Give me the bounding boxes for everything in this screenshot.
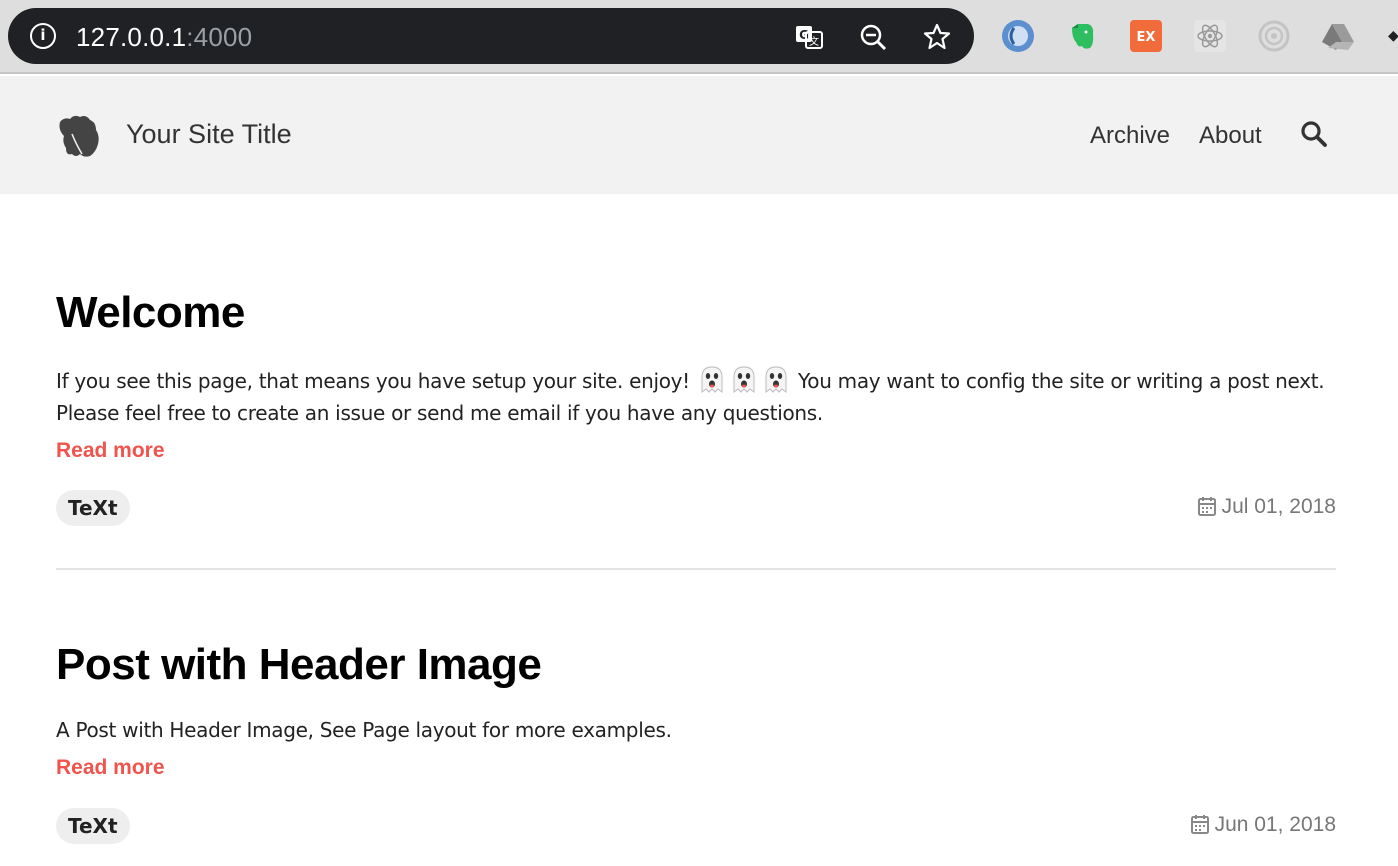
date-text: Jul 01, 2018 [1221,495,1336,518]
nav-archive[interactable]: Archive [1090,122,1170,150]
date-text: Jun 01, 2018 [1214,813,1336,836]
jsonview-icon[interactable] [1000,18,1036,54]
svg-text:EX: EX [1137,30,1156,45]
excerpt-text: If you see this page, that means you hav… [56,369,690,393]
target-icon[interactable] [1256,18,1292,54]
site-header: Your Site Title Archive About [0,76,1398,194]
tag-badge[interactable]: TeXt [56,490,130,526]
info-icon[interactable]: i [30,23,56,49]
react-devtools-icon[interactable] [1192,18,1228,54]
post-item: Post with Header Image A Post with Heade… [56,640,1336,860]
excerpt-text: Please feel free to create an issue or s… [56,401,823,425]
overflow-indicator: ◆ [1388,28,1398,44]
ghost-emoji-icon [765,366,787,393]
evernote-icon[interactable] [1064,18,1100,54]
ghost-emoji-icon [701,366,723,393]
svg-text:G: G [799,28,809,42]
search-icon[interactable] [1300,120,1328,148]
post-excerpt: A Post with Header Image, See Page layou… [56,718,672,742]
post-date: Jun 01, 2018 [1190,813,1336,837]
browser-toolbar: i 127.0.0.1:4000 G 文 EX ◆ [0,0,1398,74]
calendar-icon [1190,815,1209,834]
ghost-emoji-icon [733,366,755,393]
nav-about[interactable]: About [1199,122,1262,150]
svg-text:文: 文 [809,35,819,48]
star-icon[interactable] [922,22,952,52]
google-drive-icon[interactable] [1320,18,1356,54]
translate-icon[interactable]: G 文 [794,22,824,52]
post-excerpt: If you see this page, that means you hav… [56,364,1336,429]
post-title[interactable]: Welcome [56,288,1336,338]
excerpt-text: You may want to config the site or writi… [798,369,1325,393]
logo-icon[interactable] [56,114,102,158]
ex-extension-icon[interactable]: EX [1128,18,1164,54]
zoom-out-icon[interactable] [858,22,888,52]
url-port: :4000 [186,22,253,52]
url-host: 127.0.0.1 [76,22,187,52]
tag-badge[interactable]: TeXt [56,808,130,844]
post-date: Jul 01, 2018 [1197,495,1336,519]
post-item: Welcome If you see this page, that means… [56,288,1336,538]
address-bar[interactable]: i 127.0.0.1:4000 G 文 [8,8,974,64]
post-divider [56,568,1336,570]
read-more-link[interactable]: Read more [56,756,165,780]
site-title[interactable]: Your Site Title [126,119,292,150]
url-text[interactable]: 127.0.0.1:4000 [76,22,252,53]
read-more-link[interactable]: Read more [56,439,165,463]
post-title[interactable]: Post with Header Image [56,640,1336,690]
calendar-icon [1197,497,1216,516]
